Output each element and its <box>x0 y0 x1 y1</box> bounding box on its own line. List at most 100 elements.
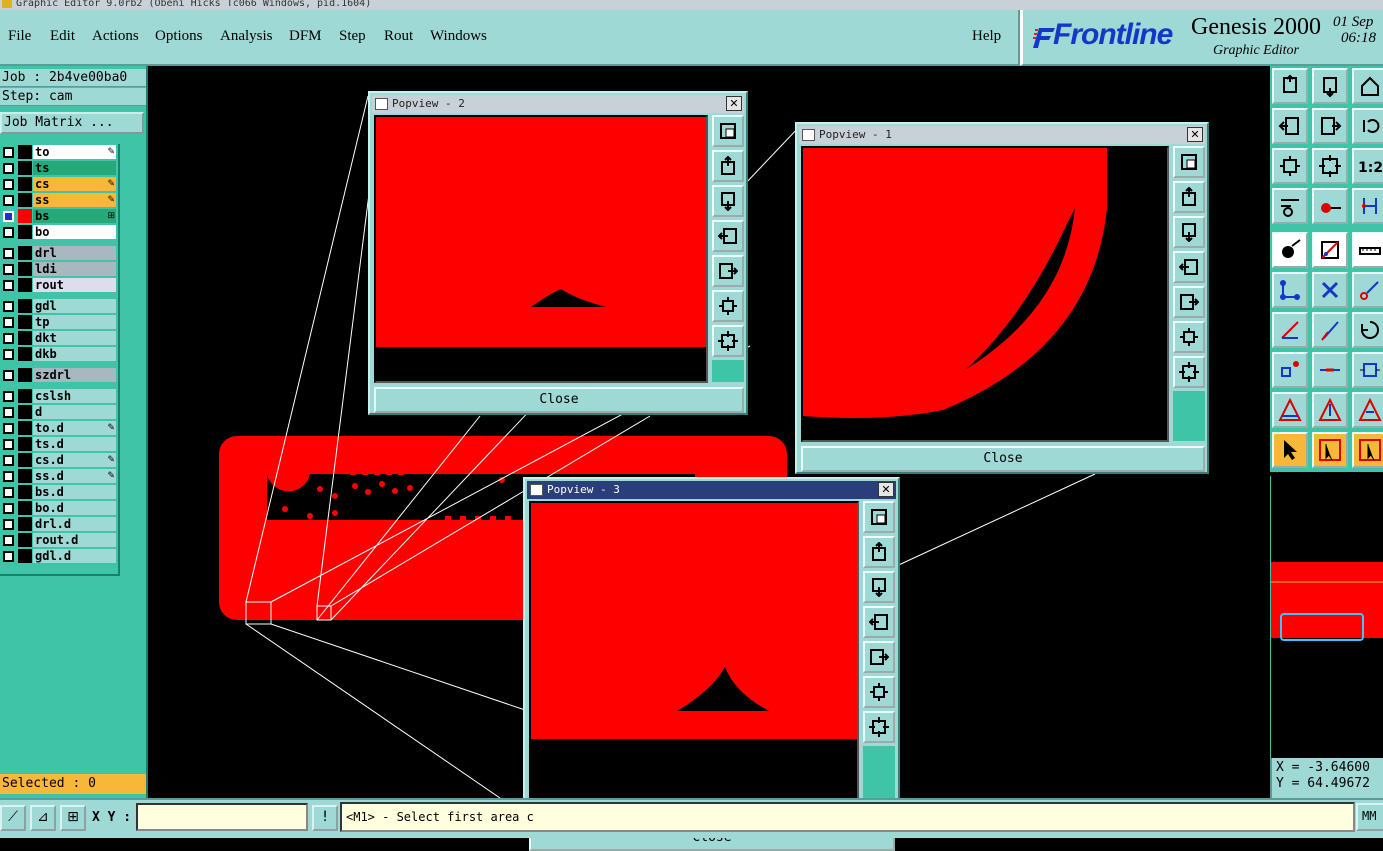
layer-checkbox[interactable] <box>3 317 14 328</box>
pan-left-icon[interactable] <box>1173 251 1205 283</box>
fit-screen-icon[interactable] <box>1272 148 1308 184</box>
layer-row-bo[interactable]: bo <box>0 224 118 240</box>
zoom-in-icon[interactable] <box>863 536 895 568</box>
fit-screen-icon[interactable] <box>712 290 744 322</box>
scale-1-2-icon[interactable]: 1:2 <box>1352 148 1383 184</box>
menu-dfm[interactable]: DFM <box>289 28 322 45</box>
ruler-icon[interactable] <box>1352 232 1383 268</box>
menu-options[interactable]: Options <box>155 28 203 45</box>
popview-2-window[interactable]: Popview - 2 ✕ Close <box>368 91 748 415</box>
layer-name[interactable]: gdl.d <box>33 549 116 563</box>
menu-analysis[interactable]: Analysis <box>220 28 273 45</box>
grid-icon[interactable]: ⊞ <box>60 805 86 831</box>
layer-row-ss[interactable]: ss ✎ <box>0 192 118 208</box>
fit-screen-icon[interactable] <box>863 676 895 708</box>
layer-name[interactable]: cs <box>33 177 116 191</box>
move-point-icon[interactable] <box>1352 272 1383 308</box>
layer-name[interactable]: gdl <box>33 299 116 313</box>
layer-name[interactable]: rout <box>33 278 116 292</box>
pan-left-icon[interactable] <box>1272 108 1308 144</box>
pan-right-icon[interactable] <box>1173 286 1205 318</box>
zoom-out-icon[interactable] <box>1173 216 1205 248</box>
popview-2-view[interactable] <box>374 115 708 383</box>
layer-name[interactable]: cs.d <box>33 453 116 467</box>
menu-help[interactable]: Help <box>972 28 1001 45</box>
overview-panel[interactable] <box>1270 476 1383 758</box>
layer-checkbox[interactable] <box>3 439 14 450</box>
layer-checkbox[interactable] <box>3 349 14 360</box>
layer-checkbox[interactable] <box>3 455 14 466</box>
layer-checkbox[interactable] <box>3 391 14 402</box>
layer-row-cslsh[interactable]: cslsh <box>0 388 118 404</box>
layer-checkbox[interactable] <box>3 519 14 530</box>
layer-name[interactable]: to.d <box>33 421 116 435</box>
close-icon[interactable]: ✕ <box>1187 127 1203 142</box>
layer-row-to-d[interactable]: to.d ✎ <box>0 420 118 436</box>
layer-row-drl[interactable]: drl <box>0 245 118 261</box>
draw-line-icon[interactable] <box>1272 312 1308 348</box>
select-pointer-icon[interactable] <box>1272 432 1308 468</box>
menu-windows[interactable]: Windows <box>430 28 487 45</box>
popview-2-close-button[interactable]: Close <box>374 387 744 413</box>
zoom-out-icon[interactable] <box>863 571 895 603</box>
layer-name[interactable]: ldi <box>33 262 116 276</box>
layer-checkbox[interactable] <box>3 333 14 344</box>
brush-settings-icon[interactable] <box>1272 188 1308 224</box>
measure-icon[interactable]: ⊿ <box>30 805 56 831</box>
layer-name[interactable]: to <box>33 145 116 159</box>
node-connect-icon[interactable] <box>1272 272 1308 308</box>
menu-rout[interactable]: Rout <box>384 28 413 45</box>
layer-checkbox[interactable] <box>3 264 14 275</box>
zoom-out-icon[interactable] <box>1312 68 1348 104</box>
add-line-icon[interactable] <box>1312 232 1348 268</box>
layer-name[interactable]: bs.d <box>33 485 116 499</box>
add-pad-icon[interactable] <box>1272 232 1308 268</box>
triangle-pad-icon[interactable] <box>1272 392 1308 428</box>
fit-all-icon[interactable] <box>1312 148 1348 184</box>
layer-checkbox[interactable] <box>3 280 14 291</box>
layer-name[interactable]: bs <box>33 209 116 223</box>
pad-connect-icon[interactable] <box>1312 188 1348 224</box>
layer-name[interactable]: ss <box>33 193 116 207</box>
layer-name[interactable]: dkb <box>33 347 116 361</box>
alert-icon[interactable]: ! <box>312 805 338 831</box>
popview-1-close-button[interactable]: Close <box>801 446 1205 472</box>
layer-checkbox[interactable] <box>3 551 14 562</box>
rotate-icon[interactable] <box>1352 312 1383 348</box>
zoom-in-icon[interactable] <box>712 150 744 182</box>
select-area-icon[interactable] <box>1352 432 1383 468</box>
home-icon[interactable] <box>1352 68 1383 104</box>
layer-checkbox[interactable] <box>3 147 14 158</box>
layer-row-dkb[interactable]: dkb <box>0 346 118 362</box>
layer-name[interactable]: szdrl <box>33 368 116 382</box>
layer-checkbox[interactable] <box>3 535 14 546</box>
layer-row-cs-d[interactable]: cs.d ✎ <box>0 452 118 468</box>
close-icon[interactable]: ✕ <box>726 96 742 111</box>
layer-row-bs[interactable]: bs ⊞ <box>0 208 118 224</box>
layer-name[interactable]: tp <box>33 315 116 329</box>
pan-right-icon[interactable] <box>1312 108 1348 144</box>
layer-name[interactable]: rout.d <box>33 533 116 547</box>
layer-name[interactable]: d <box>33 405 116 419</box>
layer-row-ss-d[interactable]: ss.d ✎ <box>0 468 118 484</box>
layer-name[interactable]: bo.d <box>33 501 116 515</box>
menu-step[interactable]: Step <box>339 28 366 45</box>
layer-name[interactable]: cslsh <box>33 389 116 403</box>
menu-file[interactable]: File <box>8 28 31 45</box>
layer-row-d[interactable]: d <box>0 404 118 420</box>
undo-view-icon[interactable] <box>1352 108 1383 144</box>
layer-checkbox[interactable] <box>3 471 14 482</box>
layer-row-ldi[interactable]: ldi <box>0 261 118 277</box>
job-matrix-button[interactable]: Job Matrix ... <box>0 112 144 134</box>
layer-row-tp[interactable]: tp <box>0 314 118 330</box>
layer-checkbox[interactable] <box>3 487 14 498</box>
layer-checkbox[interactable] <box>3 163 14 174</box>
fit-all-icon[interactable] <box>712 325 744 357</box>
square-pad-icon[interactable] <box>1272 352 1308 388</box>
zoom-window-icon[interactable] <box>712 115 744 147</box>
close-icon[interactable]: ✕ <box>878 482 894 497</box>
zoom-out-icon[interactable] <box>712 185 744 217</box>
popview-1-view[interactable] <box>801 146 1169 442</box>
layer-checkbox[interactable] <box>3 407 14 418</box>
menu-actions[interactable]: Actions <box>92 28 139 45</box>
